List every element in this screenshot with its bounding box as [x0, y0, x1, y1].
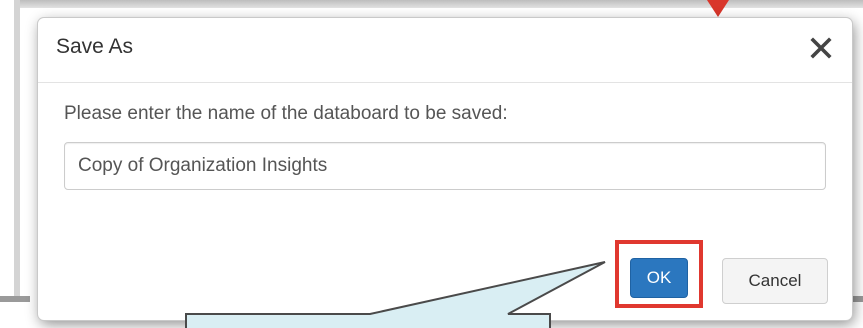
dialog-body: Please enter the name of the databoard t…	[38, 83, 852, 243]
databoard-name-input[interactable]	[64, 142, 826, 190]
cancel-button[interactable]: Cancel	[722, 258, 828, 304]
screenshot-stage: Save As Please enter the name of the dat…	[0, 0, 863, 328]
background-frame-top	[14, 0, 863, 8]
dialog-header: Save As	[38, 18, 852, 83]
dialog-footer: OK Cancel	[38, 228, 852, 320]
save-as-dialog: Save As Please enter the name of the dat…	[38, 18, 852, 320]
background-frame-left	[14, 0, 20, 300]
name-prompt-label: Please enter the name of the databoard t…	[64, 103, 508, 124]
background-strip-left	[0, 296, 30, 302]
red-arrow-icon	[707, 0, 729, 17]
ok-button[interactable]: OK	[630, 258, 688, 298]
close-icon	[810, 37, 832, 59]
dialog-title: Save As	[56, 35, 134, 58]
close-button[interactable]	[806, 32, 836, 64]
